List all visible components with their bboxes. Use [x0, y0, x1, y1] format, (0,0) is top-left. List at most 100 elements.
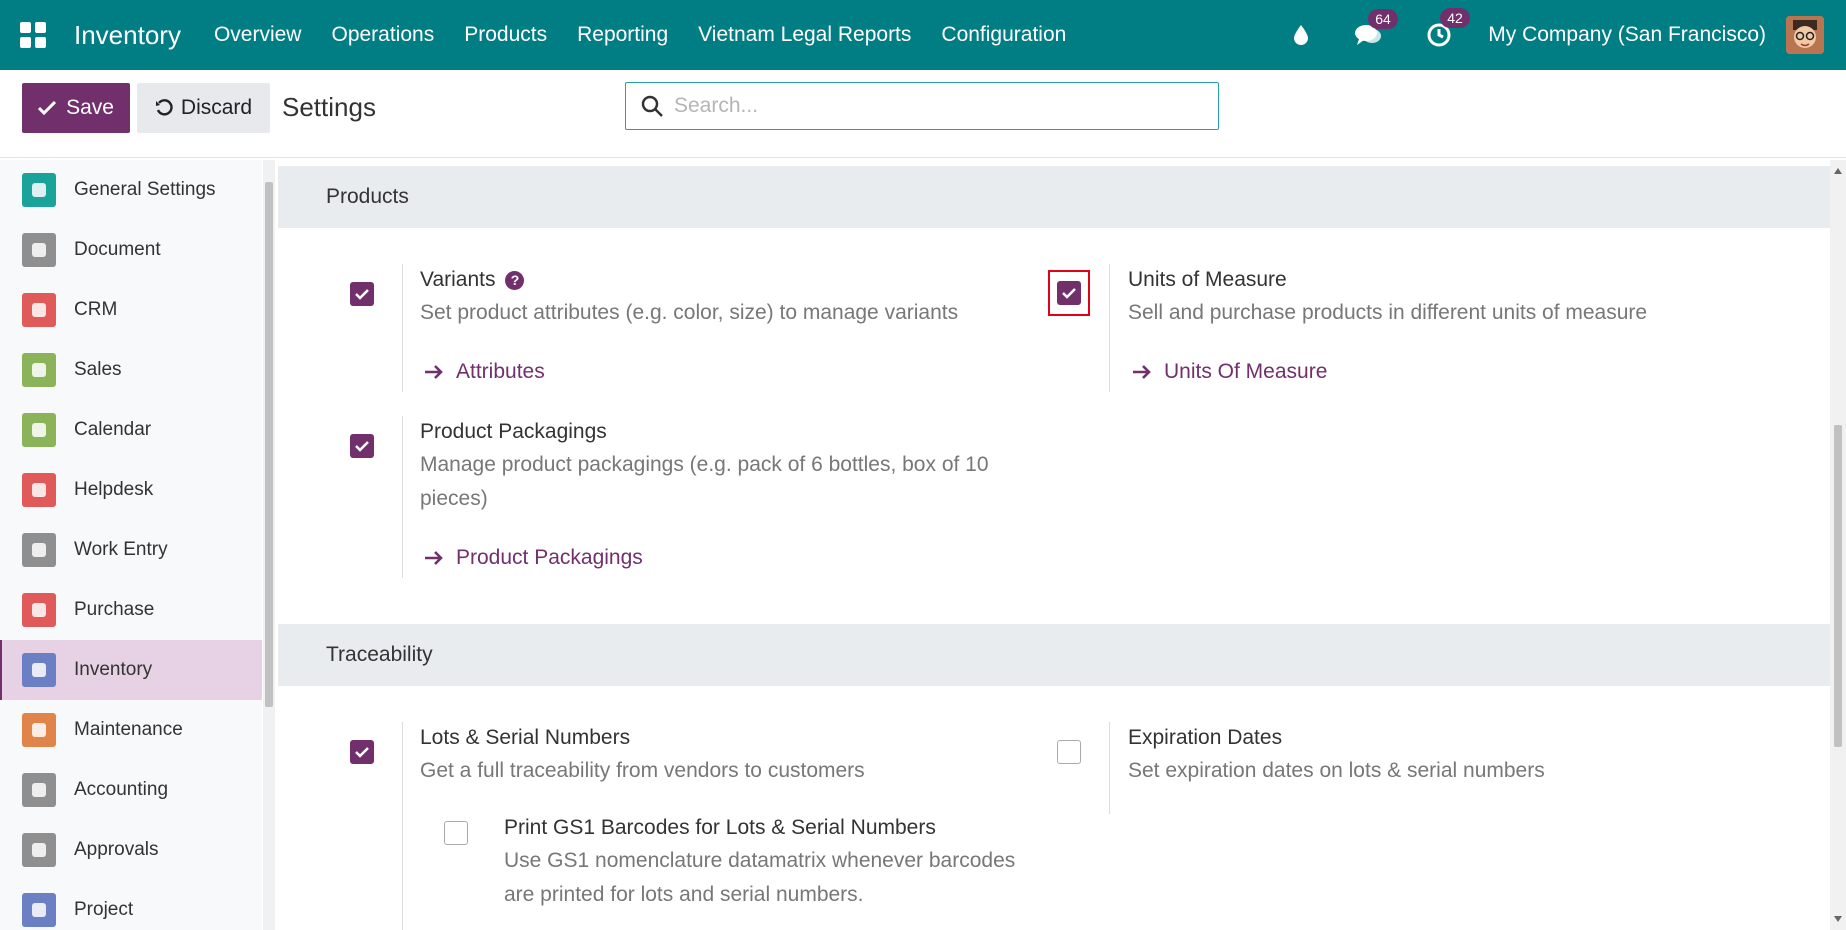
sidebar-item-general-settings[interactable]: General Settings — [0, 160, 262, 220]
uom-link-text: Units Of Measure — [1164, 360, 1328, 383]
sidebar-item-label: General Settings — [74, 179, 216, 200]
sidebar-item-label: Project — [74, 899, 134, 920]
menu-overview[interactable]: Overview — [199, 23, 317, 47]
attributes-link-text: Attributes — [456, 360, 545, 383]
sidebar-item-label: Sales — [74, 359, 122, 380]
variants-divider — [402, 264, 403, 392]
menu-configuration[interactable]: Configuration — [926, 23, 1081, 47]
menu-vietnam-legal-reports[interactable]: Vietnam Legal Reports — [683, 23, 926, 47]
gs1-title: Print GS1 Barcodes for Lots & Serial Num… — [504, 816, 936, 839]
check-icon — [38, 101, 57, 115]
search-icon — [641, 95, 663, 117]
navbar-right: 64 42 My Company (San Francisco) — [1270, 0, 1846, 70]
expiration-title: Expiration Dates — [1128, 726, 1283, 749]
sidebar-item-label: Inventory — [74, 659, 153, 680]
sidebar-item-purchase[interactable]: Purchase — [0, 580, 262, 640]
lots-checkbox[interactable] — [350, 740, 374, 764]
drop-icon[interactable] — [1292, 23, 1310, 47]
activities-icon[interactable]: 42 — [1426, 8, 1470, 48]
messages-icon[interactable]: 64 — [1354, 9, 1398, 47]
sidebar-item-approvals[interactable]: Approvals — [0, 820, 262, 880]
sidebar-item-inventory[interactable]: Inventory — [0, 640, 262, 700]
company-switcher[interactable]: My Company (San Francisco) — [1488, 23, 1766, 47]
menu-operations[interactable]: Operations — [316, 23, 449, 47]
packagings-divider — [402, 416, 403, 578]
sidebar-item-label: Calendar — [74, 419, 152, 440]
uom-divider — [1109, 264, 1110, 392]
messages-badge: 64 — [1368, 9, 1398, 29]
maintenance-icon — [22, 713, 56, 747]
sidebar-item-label: Maintenance — [74, 719, 183, 740]
project-icon — [22, 893, 56, 927]
packagings-link-text: Product Packagings — [456, 546, 643, 569]
sidebar-item-project[interactable]: Project — [0, 880, 262, 930]
arrow-right-icon — [1133, 365, 1151, 379]
inventory-icon — [22, 653, 56, 687]
uom-checkbox[interactable] — [1057, 281, 1081, 305]
work-entry-icon — [22, 533, 56, 567]
activities-badge: 42 — [1440, 8, 1470, 28]
approvals-icon — [22, 833, 56, 867]
menu-reporting[interactable]: Reporting — [562, 23, 683, 47]
sidebar-item-document[interactable]: Document — [0, 220, 262, 280]
lots-title: Lots & Serial Numbers — [420, 726, 631, 749]
sidebar-item-label: CRM — [74, 299, 118, 320]
lots-desc: Get a full traceability from vendors to … — [420, 759, 865, 782]
gs1-desc: Use GS1 nomenclature datamatrix whenever… — [504, 849, 1016, 906]
sidebar-item-sales[interactable]: Sales — [0, 340, 262, 400]
document-icon — [22, 233, 56, 267]
sidebar-scrollbar[interactable] — [263, 160, 275, 930]
control-panel: Save Discard Settings — [0, 70, 1846, 158]
discard-label: Discard — [180, 96, 253, 119]
sidebar-item-label: Helpdesk — [74, 479, 154, 500]
expiration-checkbox[interactable] — [1057, 740, 1081, 764]
top-navbar: Inventory Overview Operations Products R… — [0, 0, 1846, 70]
sidebar-item-label: Approvals — [74, 839, 159, 860]
packagings-link[interactable]: Product Packagings — [424, 546, 643, 570]
save-label: Save — [66, 96, 114, 119]
products-section-header: Products — [278, 166, 1830, 228]
uom-desc: Sell and purchase products in different … — [1128, 301, 1648, 324]
sidebar-item-label: Work Entry — [74, 539, 168, 560]
packagings-title: Product Packagings — [420, 420, 607, 443]
content-scrollbar[interactable] — [1830, 160, 1846, 930]
sidebar-item-label: Document — [74, 239, 161, 260]
search-input[interactable] — [674, 94, 1194, 118]
variants-title: Variants? — [420, 268, 525, 292]
sidebar-item-helpdesk[interactable]: Helpdesk — [0, 460, 262, 520]
sidebar-item-calendar[interactable]: Calendar — [0, 400, 262, 460]
undo-icon — [155, 99, 173, 116]
help-icon[interactable]: ? — [505, 270, 525, 290]
packagings-checkbox[interactable] — [350, 434, 374, 458]
gs1-checkbox[interactable] — [444, 821, 468, 845]
uom-link[interactable]: Units Of Measure — [1132, 360, 1327, 384]
apps-menu-icon[interactable] — [20, 22, 46, 48]
search-box[interactable] — [625, 82, 1219, 130]
calendar-icon — [22, 413, 56, 447]
sidebar-item-maintenance[interactable]: Maintenance — [0, 700, 262, 760]
sidebar-item-work-entry[interactable]: Work Entry — [0, 520, 262, 580]
attributes-link[interactable]: Attributes — [424, 360, 545, 384]
variants-desc: Set product attributes (e.g. color, size… — [420, 301, 959, 324]
app-name[interactable]: Inventory — [74, 20, 181, 51]
expiration-desc: Set expiration dates on lots & serial nu… — [1128, 759, 1545, 782]
lots-divider — [402, 722, 403, 930]
discard-button[interactable]: Discard — [137, 83, 270, 133]
variants-checkbox[interactable] — [350, 282, 374, 306]
settings-sidebar: General Settings Document CRM Sales Calendar… — [0, 160, 262, 930]
menu-products[interactable]: Products — [449, 23, 562, 47]
general-settings-icon — [22, 173, 56, 207]
sales-icon — [22, 353, 56, 387]
sidebar-item-crm[interactable]: CRM — [0, 280, 262, 340]
variants-title-text: Variants — [420, 268, 496, 291]
save-button[interactable]: Save — [22, 83, 130, 133]
crm-icon — [22, 293, 56, 327]
sidebar-item-accounting[interactable]: Accounting — [0, 760, 262, 820]
arrow-right-icon — [425, 365, 443, 379]
expiration-divider — [1109, 722, 1110, 814]
purchase-icon — [22, 593, 56, 627]
arrow-right-icon — [425, 551, 443, 565]
packagings-desc: Manage product packagings (e.g. pack of … — [420, 453, 989, 510]
traceability-section-header: Traceability — [278, 624, 1830, 686]
user-avatar[interactable] — [1786, 16, 1824, 54]
